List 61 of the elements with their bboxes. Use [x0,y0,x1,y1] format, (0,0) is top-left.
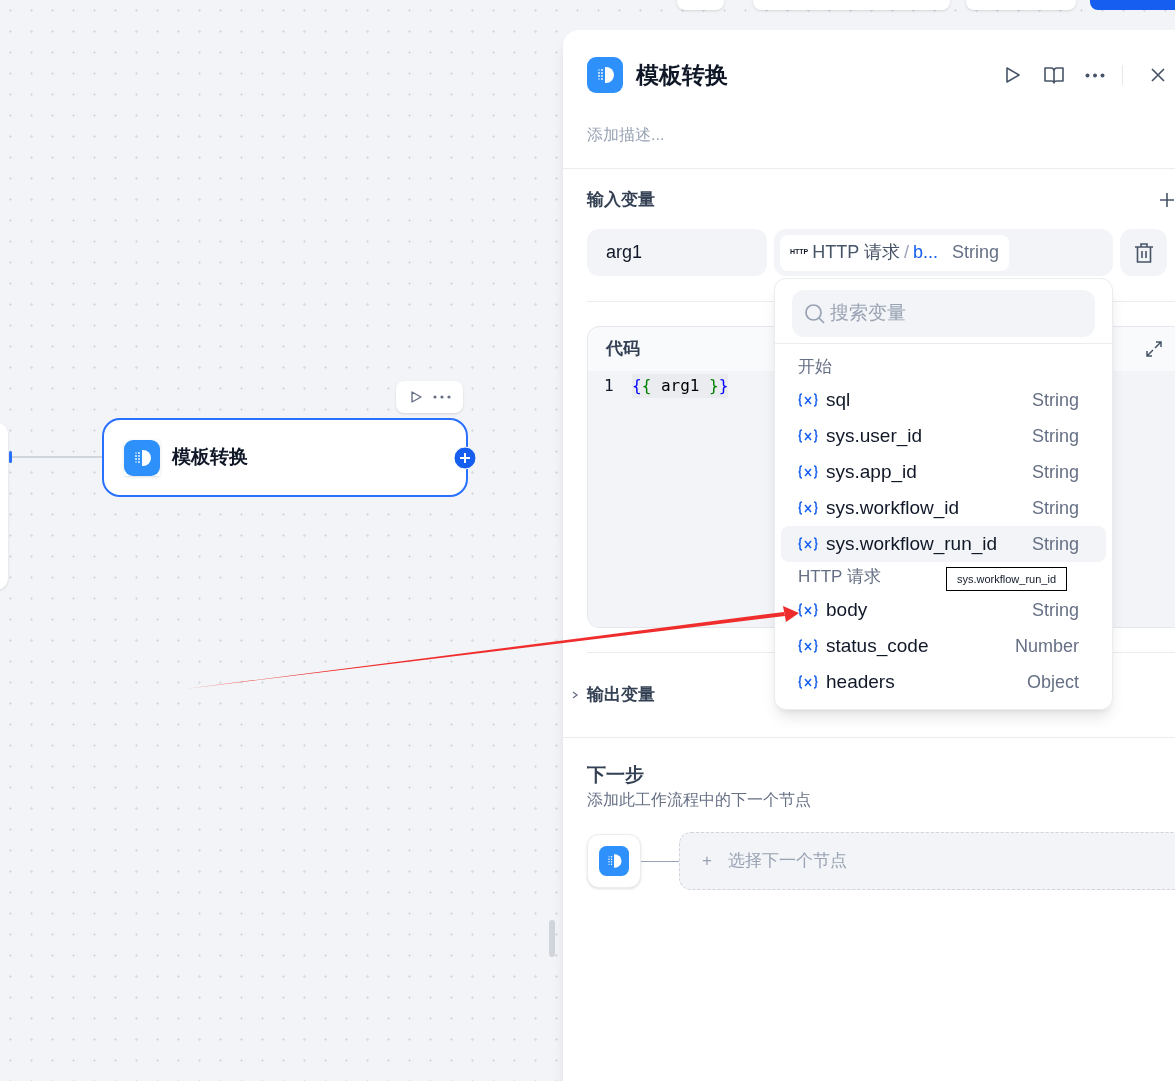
search-icon [804,302,826,325]
select-next-node-label: 选择下一个节点 [727,850,847,873]
trash-icon [1133,241,1154,264]
source-node-label: HTTP 请求 [812,241,900,264]
variable-icon [798,392,818,408]
variable-option[interactable]: sys.workflow_id String [781,490,1106,526]
expand-icon[interactable] [1145,340,1163,358]
variable-icon [798,500,818,516]
variable-name: b... [912,241,938,264]
group-title: 开始 [798,356,832,379]
variable-type: String [1031,496,1079,520]
separator: / [903,241,909,264]
variable-type: String [1031,388,1079,412]
variable-option[interactable]: body String [781,592,1106,628]
section-description: 添加此工作流程中的下一个节点 [587,790,812,810]
chevron-icon[interactable] [571,691,579,699]
group-title: HTTP 请求 [798,566,881,589]
section-title: 输出变量 [587,684,655,707]
variable-icon [798,536,818,552]
variable-option[interactable]: sql String [781,382,1106,418]
panel-title: 模板转换 [636,60,728,90]
section-title: 输入变量 [587,189,655,212]
resize-handle[interactable] [549,920,555,957]
variable-icon [798,602,818,618]
variable-option[interactable]: headers Object [781,664,1106,700]
connector-handle[interactable] [9,451,12,463]
variable-icon [798,428,818,444]
variable-type: String [1031,460,1079,484]
variable-type: String [1031,532,1079,556]
workflow-node[interactable]: 模板转换 [102,418,468,497]
variable-type: String [1031,598,1079,622]
delete-button[interactable] [1120,229,1167,276]
variable-name-field[interactable]: arg1 [587,229,767,276]
node-title: 模板转换 [172,445,248,470]
template-node-icon [587,57,623,93]
variable-option[interactable]: sys.app_id String [781,454,1106,490]
variable-type: String [1031,424,1079,448]
variable-icon [798,638,818,654]
variable-option[interactable]: status_code Number [781,628,1106,664]
book-icon[interactable] [1043,65,1065,85]
template-node-icon [124,439,160,476]
variable-type: Number [1014,634,1079,658]
more-icon[interactable] [1085,72,1105,78]
connector-line [641,860,679,862]
tooltip: sys.workflow_run_id [946,567,1067,591]
variable-icon [798,674,818,690]
template-node-icon [599,846,629,876]
play-icon[interactable] [408,390,423,404]
variable-type: Object [1026,670,1079,694]
variable-type: String [952,241,999,264]
line-number: 1 [603,375,615,397]
more-icon[interactable] [432,395,451,399]
close-icon[interactable] [1150,67,1166,83]
variable-option[interactable]: sys.workflow_run_id String [781,526,1106,562]
add-icon[interactable] [1159,192,1175,208]
code-title: 代码 [606,338,640,361]
plus-icon: + [702,848,712,874]
variable-option[interactable]: sys.user_id String [781,418,1106,454]
section-title: 下一步 [587,763,645,787]
add-node-icon[interactable] [453,446,477,470]
variable-icon [798,464,818,480]
